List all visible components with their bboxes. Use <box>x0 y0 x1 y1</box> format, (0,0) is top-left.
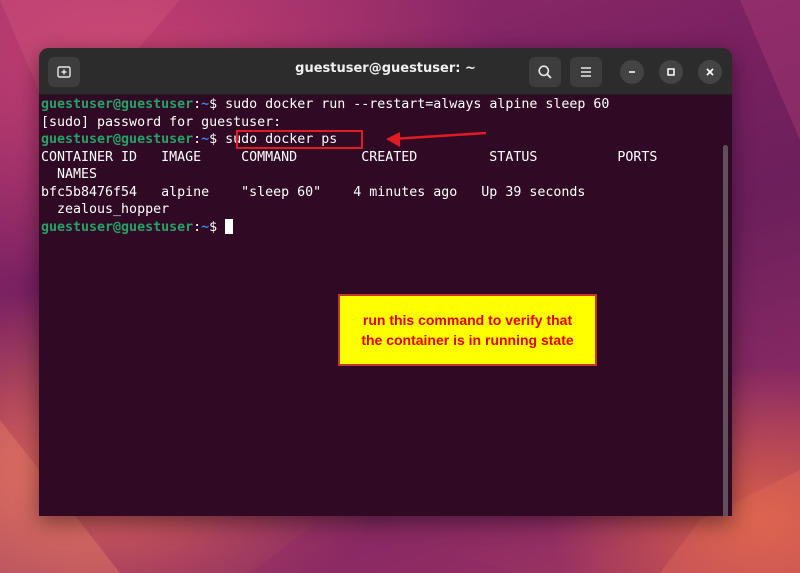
terminal-line: NAMES <box>41 167 98 182</box>
menu-button[interactable] <box>570 57 602 87</box>
scrollbar[interactable] <box>723 145 728 516</box>
annotation-line-2: the container is in running state <box>361 332 574 348</box>
new-tab-icon <box>57 66 71 78</box>
terminal-window: guestuser@guestuser: ~ guestuser@guestus… <box>39 48 732 516</box>
new-tab-button[interactable] <box>48 57 80 87</box>
maximize-icon <box>667 68 675 76</box>
terminal-line: CONTAINER ID IMAGE COMMAND CREATED STATU… <box>41 150 658 165</box>
maximize-button[interactable] <box>659 60 683 84</box>
close-button[interactable] <box>698 60 722 84</box>
annotation-line-1: run this command to verify that <box>362 312 573 328</box>
window-title: guestuser@guestuser: ~ <box>295 61 476 76</box>
title-bar: guestuser@guestuser: ~ <box>39 48 732 95</box>
terminal-line: zealous_hopper <box>41 202 170 217</box>
annotation-note: run this command to verify that the cont… <box>338 294 597 366</box>
terminal-line: guestuser@guestuser:~$ <box>41 219 234 236</box>
hamburger-menu-icon <box>581 67 591 77</box>
terminal-line: [sudo] password for guestuser: <box>41 115 282 130</box>
terminal-line: guestuser@guestuser:~$ sudo docker run -… <box>41 97 610 112</box>
command-text: sudo docker run --restart=always alpine … <box>225 97 610 112</box>
terminal-line: bfc5b8476f54 alpine "sleep 60" 4 minutes… <box>41 185 586 200</box>
search-icon <box>538 65 552 79</box>
command-highlight-box <box>236 130 363 149</box>
minimize-icon <box>629 71 635 73</box>
text-cursor <box>225 219 234 234</box>
annotation-arrow <box>386 131 487 147</box>
minimize-button[interactable] <box>620 60 644 84</box>
close-icon <box>706 68 714 76</box>
search-button[interactable] <box>529 57 561 87</box>
